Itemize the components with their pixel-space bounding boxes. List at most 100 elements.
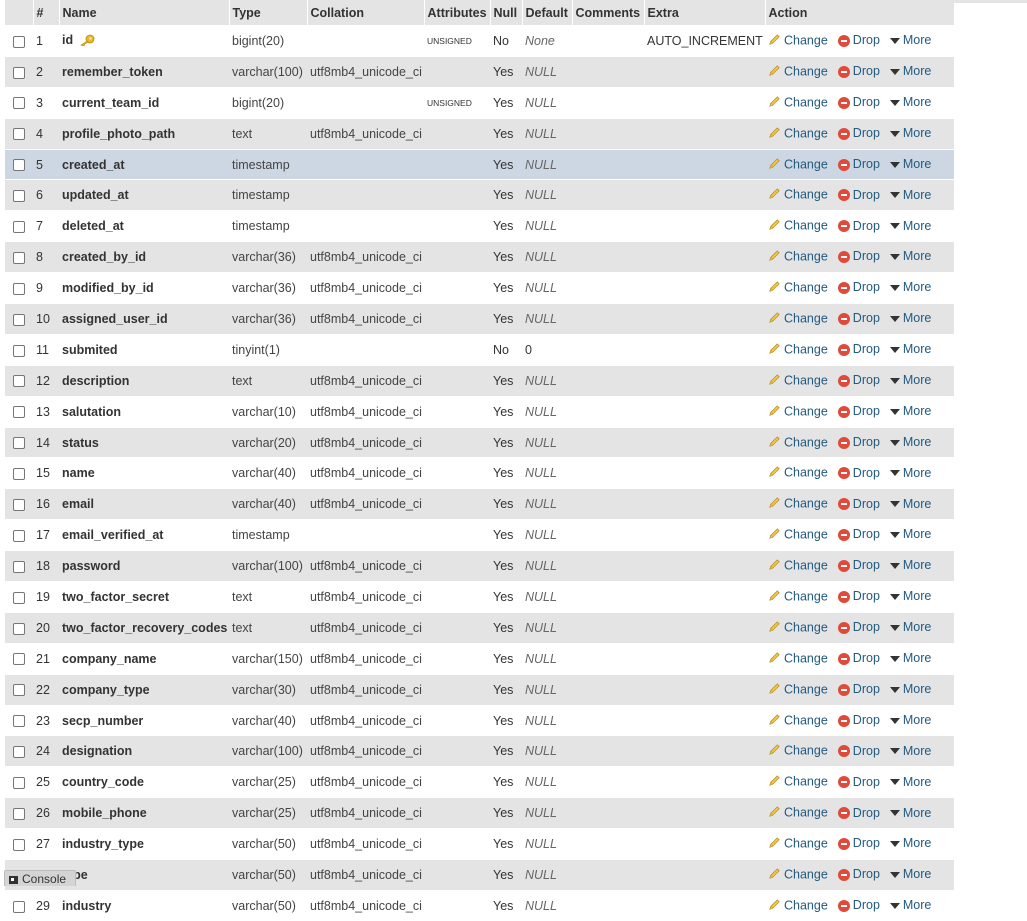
- drop-button[interactable]: Drop: [837, 558, 880, 572]
- row-checkbox[interactable]: [13, 35, 25, 48]
- more-button[interactable]: More: [889, 713, 931, 727]
- row-checkbox[interactable]: [13, 838, 25, 851]
- table-row[interactable]: 27 industry_type varchar(50) utf8mb4_unicod…: [5, 828, 954, 860]
- table-row[interactable]: 17 email_verified_at timestamp Yes NULL Chang…: [5, 519, 954, 551]
- change-button[interactable]: Change: [768, 774, 828, 790]
- table-row[interactable]: 21 company_name varchar(150) utf8mb4_unicod…: [5, 642, 954, 675]
- table-row[interactable]: 9 modified_by_id varchar(36) utf8mb4_unicod…: [5, 272, 954, 304]
- change-button[interactable]: Change: [768, 373, 828, 389]
- more-button[interactable]: More: [889, 280, 931, 294]
- header-collation[interactable]: Collation: [307, 0, 425, 26]
- change-button[interactable]: Change: [768, 713, 828, 729]
- more-button[interactable]: More: [889, 744, 931, 758]
- change-button[interactable]: Change: [768, 496, 828, 512]
- row-checkbox[interactable]: [13, 468, 25, 481]
- row-checkbox[interactable]: [13, 499, 25, 511]
- more-button[interactable]: More: [889, 682, 931, 696]
- drop-button[interactable]: Drop: [837, 682, 880, 696]
- row-checkbox[interactable]: [13, 529, 25, 542]
- change-button[interactable]: Change: [768, 435, 828, 451]
- table-row[interactable]: 28typevarchar(50)utf8mb4_unicode_ciYesNU…: [5, 859, 954, 891]
- more-button[interactable]: More: [889, 249, 931, 263]
- change-button[interactable]: Change: [768, 311, 828, 327]
- drop-button[interactable]: Drop: [837, 744, 880, 758]
- row-checkbox[interactable]: [13, 591, 25, 604]
- drop-button[interactable]: Drop: [837, 342, 880, 356]
- drop-button[interactable]: Drop: [837, 404, 880, 418]
- more-button[interactable]: More: [889, 342, 931, 356]
- change-button[interactable]: Change: [768, 527, 828, 543]
- row-checkbox[interactable]: [13, 128, 25, 141]
- drop-button[interactable]: Drop: [837, 188, 880, 202]
- more-button[interactable]: More: [889, 64, 931, 78]
- table-row[interactable]: 16 email varchar(40) utf8mb4_unicode_ci Yes N…: [5, 488, 954, 520]
- more-button[interactable]: More: [889, 404, 931, 418]
- change-button[interactable]: Change: [768, 898, 828, 914]
- table-row[interactable]: 15 name varchar(40) utf8mb4_unicode_ci Yes NU…: [5, 457, 954, 489]
- more-button[interactable]: More: [889, 311, 931, 325]
- more-button[interactable]: More: [889, 527, 931, 541]
- more-button[interactable]: More: [889, 898, 931, 912]
- row-checkbox[interactable]: [13, 344, 25, 357]
- row-checkbox[interactable]: [13, 406, 25, 419]
- drop-button[interactable]: Drop: [837, 126, 880, 140]
- drop-button[interactable]: Drop: [837, 713, 880, 727]
- drop-button[interactable]: Drop: [837, 280, 880, 294]
- row-checkbox[interactable]: [13, 190, 25, 203]
- header-null[interactable]: Null: [490, 0, 523, 26]
- more-button[interactable]: More: [889, 126, 931, 140]
- change-button[interactable]: Change: [768, 33, 828, 49]
- more-button[interactable]: More: [889, 620, 931, 634]
- header-comments[interactable]: Comments: [572, 0, 645, 26]
- table-row[interactable]: 10 assigned_user_id varchar(36) utf8mb4_uni…: [5, 303, 954, 335]
- change-button[interactable]: Change: [768, 342, 828, 358]
- change-button[interactable]: Change: [768, 404, 828, 420]
- more-button[interactable]: More: [889, 157, 931, 171]
- row-checkbox[interactable]: [13, 437, 25, 450]
- row-checkbox[interactable]: [13, 282, 25, 295]
- table-row[interactable]: 1 id bigint(20) UNSIGNED No None AUTO_INCREMEN…: [5, 25, 954, 57]
- drop-button[interactable]: Drop: [837, 806, 880, 820]
- more-button[interactable]: More: [889, 33, 931, 47]
- more-button[interactable]: More: [889, 435, 931, 449]
- change-button[interactable]: Change: [768, 218, 828, 234]
- drop-button[interactable]: Drop: [837, 867, 880, 881]
- drop-button[interactable]: Drop: [837, 775, 880, 789]
- more-button[interactable]: More: [889, 589, 931, 603]
- table-row[interactable]: 6 updated_at timestamp Yes NULL Change Drop Mor…: [5, 179, 954, 211]
- change-button[interactable]: Change: [768, 157, 828, 173]
- row-checkbox[interactable]: [13, 807, 25, 820]
- table-row[interactable]: 23 secp_number varchar(40) utf8mb4_unicode_…: [5, 704, 954, 736]
- drop-button[interactable]: Drop: [837, 219, 880, 233]
- row-checkbox[interactable]: [13, 900, 25, 913]
- table-row[interactable]: 11 submited tinyint(1) No 0 Change Drop More: [5, 333, 954, 366]
- drop-button[interactable]: Drop: [837, 64, 880, 78]
- row-checkbox[interactable]: [13, 159, 25, 172]
- more-button[interactable]: More: [889, 836, 931, 850]
- header-type[interactable]: Type: [229, 0, 308, 26]
- table-row[interactable]: 8 created_by_id varchar(36) utf8mb4_unicode…: [5, 241, 954, 273]
- more-button[interactable]: More: [889, 806, 931, 820]
- row-checkbox[interactable]: [13, 684, 25, 697]
- drop-button[interactable]: Drop: [837, 435, 880, 449]
- header-attributes[interactable]: Attributes: [424, 0, 491, 26]
- drop-button[interactable]: Drop: [837, 373, 880, 387]
- row-checkbox[interactable]: [13, 777, 25, 790]
- more-button[interactable]: More: [889, 219, 931, 233]
- header-extra[interactable]: Extra: [644, 0, 766, 26]
- table-row[interactable]: 7 deleted_at timestamp Yes NULL Change Drop Mor…: [5, 210, 954, 242]
- change-button[interactable]: Change: [768, 249, 828, 265]
- change-button[interactable]: Change: [768, 187, 828, 203]
- more-button[interactable]: More: [889, 651, 931, 665]
- row-checkbox[interactable]: [13, 66, 25, 79]
- table-row[interactable]: 25 country_code varchar(25) utf8mb4_unicode…: [5, 766, 954, 798]
- more-button[interactable]: More: [889, 775, 931, 789]
- change-button[interactable]: Change: [768, 126, 828, 142]
- change-button[interactable]: Change: [768, 743, 828, 759]
- row-checkbox[interactable]: [13, 313, 25, 326]
- drop-button[interactable]: Drop: [837, 620, 880, 634]
- drop-button[interactable]: Drop: [837, 249, 880, 263]
- change-button[interactable]: Change: [768, 805, 828, 821]
- header-default[interactable]: Default: [522, 0, 573, 26]
- table-row[interactable]: 22 company_type varchar(30) utf8mb4_unicode…: [5, 673, 954, 706]
